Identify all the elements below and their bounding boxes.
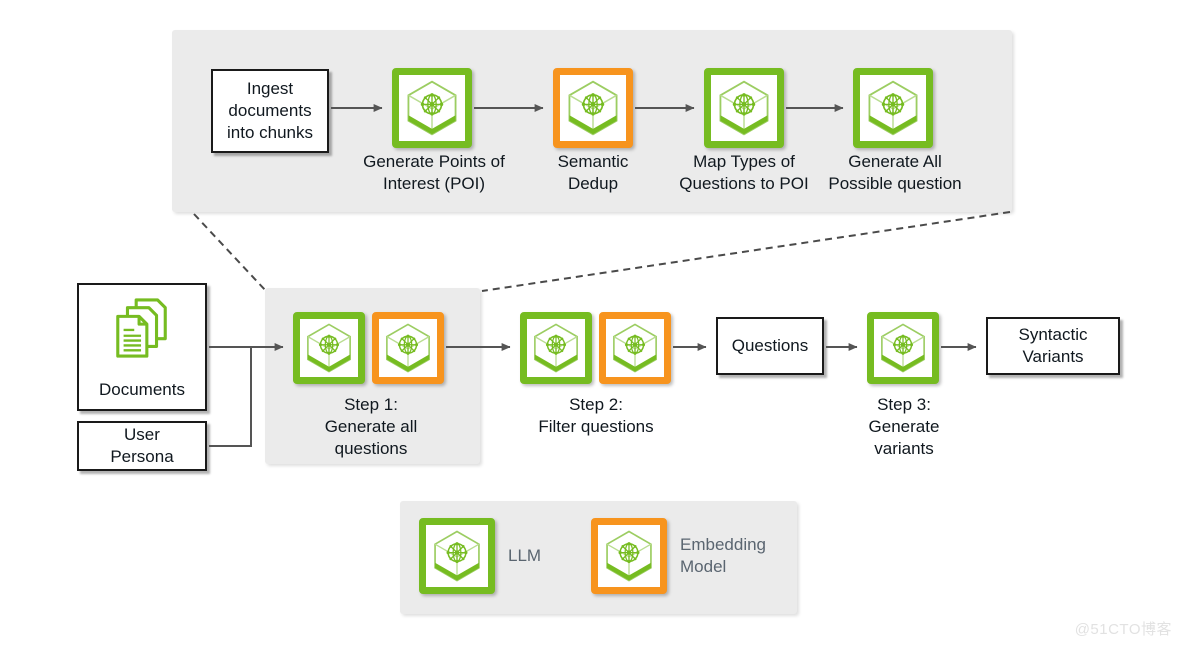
step-3-tile-llm[interactable] (867, 312, 939, 384)
syntactic-variants-box: Syntactic Variants (986, 317, 1120, 375)
cube-network-icon (868, 80, 918, 136)
legend-tile-embedding (591, 518, 667, 594)
wire-user-persona-to-step1 (209, 347, 252, 447)
detail-stage-label-generate-all-questions: Generate All Possible question (828, 152, 962, 194)
cube-network-icon (568, 80, 618, 136)
user-persona-input-label: User Persona (110, 425, 174, 466)
dashed-connector-left (193, 213, 267, 292)
ingest-documents-label: Ingest documents into chunks (227, 79, 313, 142)
detail-stage-label-generate-poi: Generate Points of Interest (POI) (363, 152, 505, 194)
step-3-caption: Step 3: Generate variants (868, 395, 940, 459)
cube-network-icon (606, 530, 652, 582)
step-1-tile-embedding[interactable] (372, 312, 444, 384)
documents-icon (116, 298, 167, 358)
detail-stage-tile-semantic-dedup[interactable] (553, 68, 633, 148)
detail-stage-label-map-question-types: Map Types of Questions to POI (679, 152, 809, 194)
ingest-documents-box: Ingest documents into chunks (211, 69, 329, 153)
legend-tile-llm (419, 518, 495, 594)
cube-network-icon (307, 323, 351, 373)
diagram-canvas: Ingest documents into chunks Generate Po… (0, 0, 1184, 647)
cube-network-icon (434, 530, 480, 582)
detail-stage-label-semantic-dedup: Semantic Dedup (557, 152, 629, 194)
detail-stage-tile-map-question-types[interactable] (704, 68, 784, 148)
step-2-tile-embedding[interactable] (599, 312, 671, 384)
step-1-tile-llm[interactable] (293, 312, 365, 384)
cube-network-icon (613, 323, 657, 373)
detail-stage-tile-generate-poi[interactable] (392, 68, 472, 148)
syntactic-variants-label: Syntactic Variants (1018, 325, 1088, 366)
cube-network-icon (719, 80, 769, 136)
cube-network-icon (407, 80, 457, 136)
questions-output-box: Questions (716, 317, 824, 375)
watermark: @51CTO博客 (1074, 621, 1172, 638)
cube-network-icon (386, 323, 430, 373)
detail-stage-tile-generate-all-questions[interactable] (853, 68, 933, 148)
step-2-tile-llm[interactable] (520, 312, 592, 384)
documents-input-box: Documents (77, 283, 207, 411)
legend-label-embedding: Embedding Model (680, 535, 767, 577)
dashed-connector-right (481, 211, 1011, 292)
documents-input-label: Documents (99, 380, 185, 400)
step-2-caption: Step 2: Filter questions (538, 395, 654, 437)
user-persona-input-box: User Persona (77, 421, 207, 471)
cube-network-icon (534, 323, 578, 373)
questions-output-label: Questions (731, 336, 809, 356)
step-1-caption: Step 1: Generate all questions (324, 395, 418, 459)
cube-network-icon (881, 323, 925, 373)
legend-label-llm: LLM (508, 546, 542, 565)
